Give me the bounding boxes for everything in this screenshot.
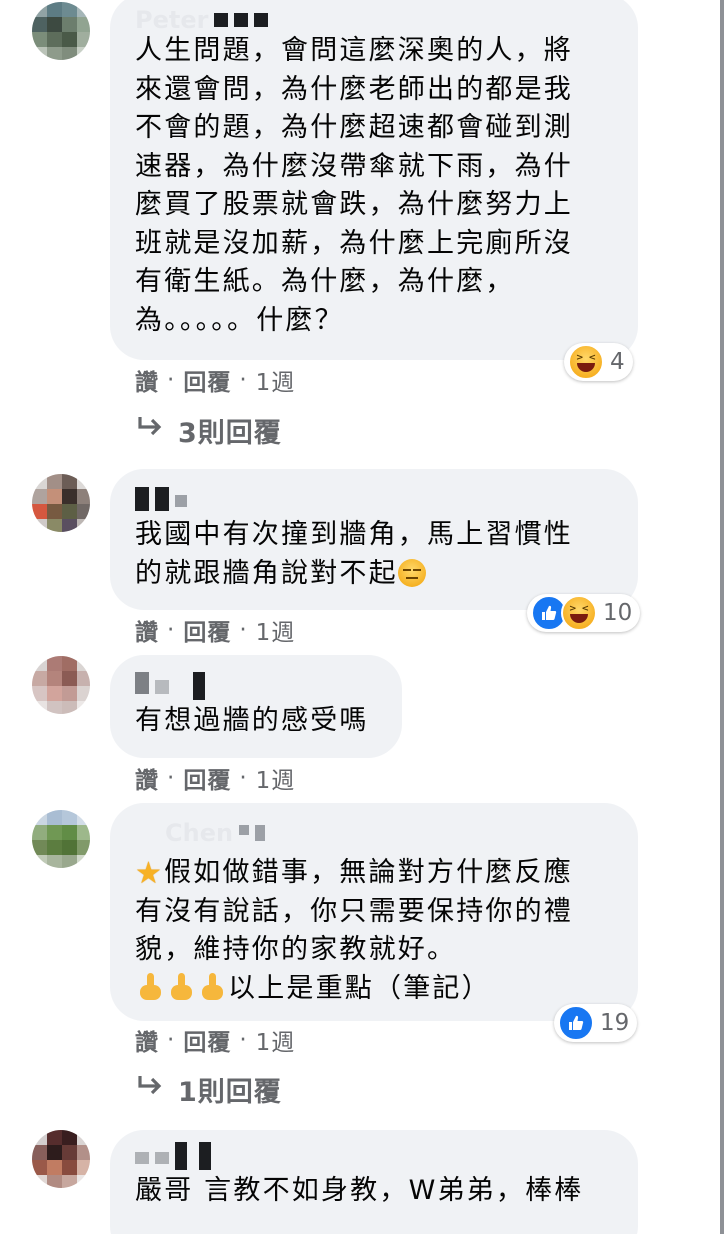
comment-actions: 讚 · 回覆 · 1週 bbox=[135, 367, 295, 396]
comment-actions: 讚 · 回覆 · 1週 bbox=[135, 1027, 295, 1056]
view-replies[interactable]: 1則回覆 bbox=[136, 1073, 282, 1108]
comment-bubble: Peter 人生問題，會問這麼深奧的人，將 來還會問，為什麼老師出的都是我 不會… bbox=[110, 0, 638, 360]
like-link[interactable]: 讚 bbox=[135, 613, 159, 647]
haha-reaction-icon: >< bbox=[568, 344, 604, 380]
timestamp[interactable]: 1週 bbox=[256, 761, 296, 795]
comment-text: 人生問題，會問這麼深奧的人，將 來還會問，為什麼老師出的都是我 不會的題，為什麼… bbox=[135, 35, 573, 336]
avatar[interactable] bbox=[32, 474, 90, 532]
timestamp[interactable]: 1週 bbox=[256, 613, 296, 647]
reaction-count: 10 bbox=[603, 600, 633, 626]
haha-reaction-icon: >< bbox=[561, 595, 597, 631]
timestamp[interactable]: 1週 bbox=[256, 363, 296, 397]
reaction-summary[interactable]: >< 10 bbox=[527, 594, 641, 632]
comment-text: 我國中有次撞到牆角，馬上習慣性 的就跟牆角說對不起 bbox=[135, 516, 616, 598]
reply-arrow-icon bbox=[136, 1074, 164, 1105]
avatar[interactable] bbox=[32, 2, 90, 60]
timestamp[interactable]: 1週 bbox=[256, 1023, 296, 1057]
avatar[interactable] bbox=[32, 656, 90, 714]
view-replies[interactable]: 3則回覆 bbox=[136, 414, 282, 449]
star-emoji: ★ bbox=[135, 856, 165, 891]
like-link[interactable]: 讚 bbox=[135, 1023, 159, 1057]
author-name[interactable] bbox=[135, 1142, 616, 1170]
comment-text: 嚴哥 言教不如身教，W弟弟，棒棒 bbox=[135, 1175, 584, 1206]
author-name[interactable] bbox=[135, 485, 616, 513]
pointing-down-emoji bbox=[197, 971, 228, 1003]
reaction-count: 4 bbox=[610, 349, 625, 375]
replies-label: 3則回覆 bbox=[178, 417, 282, 449]
expressionless-face-emoji bbox=[397, 558, 426, 599]
comment-bubble: 有想過牆的感受嗎 bbox=[110, 655, 402, 758]
comment-text: ★假如做錯事，無論對方什麼反應 有沒有說話，你只需要保持你的禮 貌，維持你的家教… bbox=[135, 856, 573, 1004]
comment-bubble: 嚴哥 言教不如身教，W弟弟，棒棒 bbox=[110, 1130, 638, 1234]
pointing-down-emoji bbox=[166, 971, 197, 1003]
reply-link[interactable]: 回覆 bbox=[183, 363, 231, 397]
reply-link[interactable]: 回覆 bbox=[183, 1023, 231, 1057]
comment-text: 有想過牆的感受嗎 bbox=[135, 705, 369, 736]
reply-arrow-icon bbox=[136, 415, 164, 446]
reply-link[interactable]: 回覆 bbox=[183, 761, 231, 795]
author-name[interactable]: Peter bbox=[135, 6, 616, 34]
like-link[interactable]: 讚 bbox=[135, 363, 159, 397]
avatar[interactable] bbox=[32, 1130, 90, 1188]
reply-link[interactable]: 回覆 bbox=[183, 613, 231, 647]
author-name[interactable]: Chen bbox=[135, 819, 616, 847]
comment-bubble: Chen ★假如做錯事，無論對方什麼反應 有沒有說話，你只需要保持你的禮 貌，維… bbox=[110, 803, 638, 1021]
comment-actions: 讚 · 回覆 · 1週 bbox=[135, 765, 295, 794]
reaction-count: 19 bbox=[600, 1010, 630, 1036]
like-reaction-icon bbox=[558, 1005, 594, 1041]
replies-label: 1則回覆 bbox=[178, 1076, 282, 1108]
comment-bubble: 我國中有次撞到牆角，馬上習慣性 的就跟牆角說對不起 bbox=[110, 469, 638, 610]
author-name[interactable] bbox=[135, 672, 380, 700]
pointing-down-emoji bbox=[135, 971, 166, 1003]
reaction-summary[interactable]: 19 bbox=[554, 1004, 638, 1042]
like-link[interactable]: 讚 bbox=[135, 761, 159, 795]
comment-actions: 讚 · 回覆 · 1週 bbox=[135, 617, 295, 646]
scrollbar-edge[interactable] bbox=[720, 0, 724, 1234]
avatar[interactable] bbox=[32, 810, 90, 868]
reaction-summary[interactable]: >< 4 bbox=[564, 343, 633, 381]
comment-feed: Peter 人生問題，會問這麼深奧的人，將 來還會問，為什麼老師出的都是我 不會… bbox=[0, 0, 724, 1234]
